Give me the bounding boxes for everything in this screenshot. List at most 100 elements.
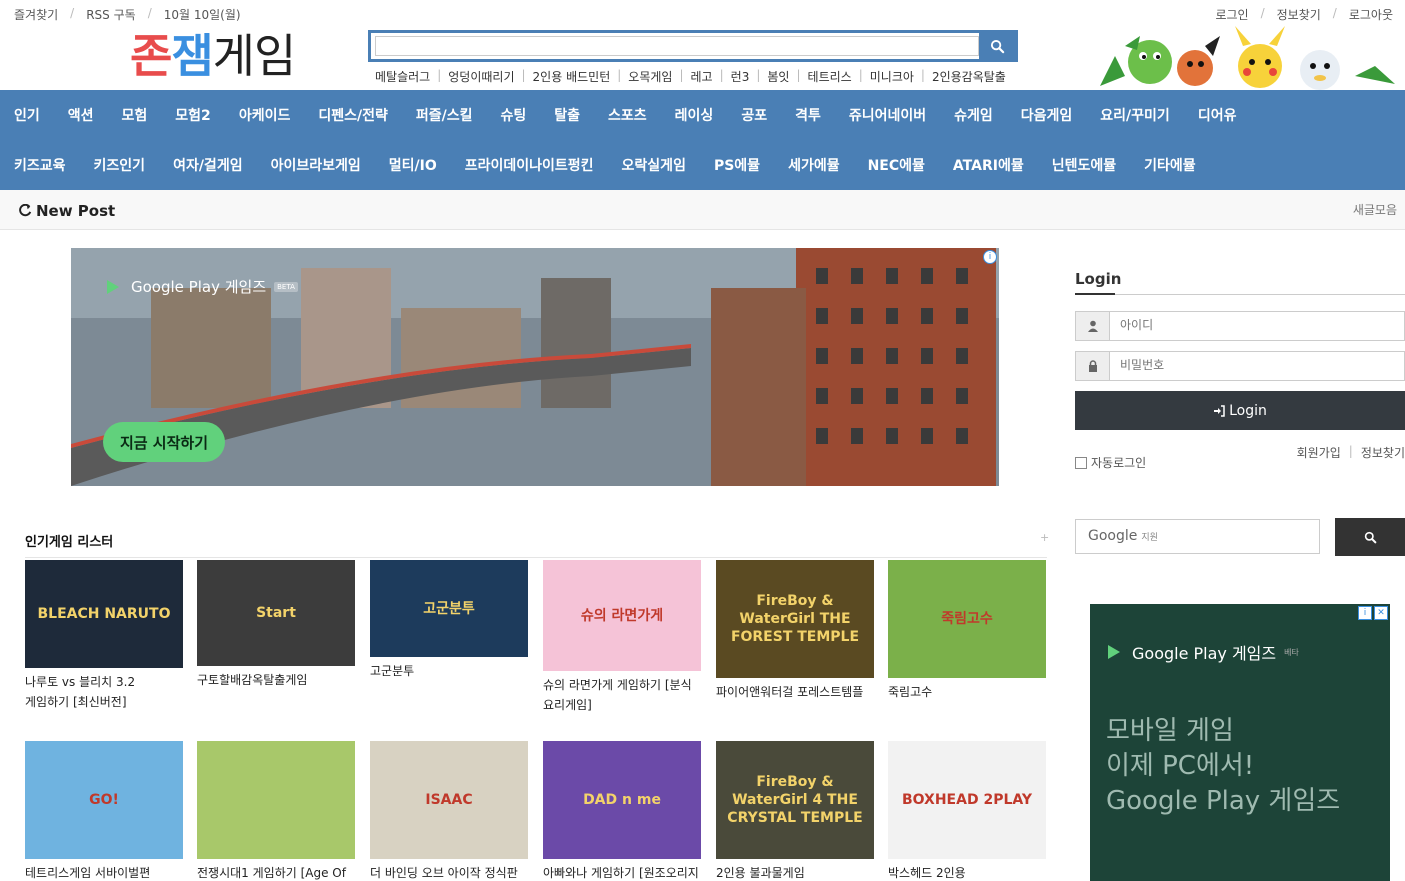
game-thumbnail[interactable]: 죽림고수 (888, 560, 1046, 678)
nav-item[interactable]: 키즈인기 (80, 155, 160, 175)
google-search-button[interactable] (1335, 518, 1405, 556)
find-info-link[interactable]: 정보찾기 (1277, 6, 1321, 23)
site-logo[interactable]: 존잼게임 (130, 26, 296, 86)
game-card[interactable]: 고군분투 고군분투 (370, 560, 528, 681)
nav-item[interactable]: 닌텐도에뮬 (1038, 155, 1130, 175)
game-thumbnail[interactable]: DAD n me (543, 741, 701, 859)
ad-info-icon[interactable]: i (983, 250, 997, 264)
popular-games-more[interactable]: + (1040, 531, 1049, 544)
nav-item[interactable]: 세가에뮬 (774, 155, 854, 175)
nav-item[interactable]: 격투 (781, 105, 835, 125)
game-thumbnail[interactable]: BLEACH NARUTO (25, 560, 183, 668)
game-thumbnail[interactable] (197, 741, 355, 859)
game-card[interactable]: FireBoy & WaterGirl 4 THE CRYSTAL TEMPLE… (716, 741, 874, 881)
game-title[interactable]: 테트리스게임 서바이벌편 (25, 863, 183, 881)
main-advertisement[interactable]: Google Play 게임즈 BETA 지금 시작하기 i (71, 248, 999, 486)
login-link[interactable]: 로그인 (1215, 6, 1248, 23)
game-title[interactable]: 전쟁시대1 게임하기 [Age Of (197, 863, 355, 881)
rss-link[interactable]: RSS 구독 (86, 6, 135, 23)
nav-item[interactable]: 슈팅 (487, 105, 541, 125)
game-title[interactable]: 죽림고수 (888, 682, 1046, 702)
game-card[interactable]: 슈의 라면가게 슈의 라면가게 게임하기 [분식 요리게임] (543, 560, 701, 715)
quick-link[interactable]: 오목게임 (621, 68, 679, 85)
game-title[interactable]: 고군분투 (370, 661, 528, 681)
nav-item[interactable]: 디펜스/전략 (304, 105, 402, 125)
new-post-more-link[interactable]: 새글모음 (1353, 201, 1397, 218)
game-title[interactable]: 박스헤드 2인용 (888, 863, 1046, 881)
nav-item[interactable]: 기타에뮬 (1130, 155, 1210, 175)
game-thumbnail[interactable]: GO! (25, 741, 183, 859)
nav-item[interactable]: 액션 (54, 105, 108, 125)
nav-item[interactable]: 레이싱 (661, 105, 728, 125)
game-card[interactable]: BOXHEAD 2PLAY 박스헤드 2인용 (888, 741, 1046, 881)
game-thumbnail[interactable]: FireBoy & WaterGirl 4 THE CRYSTAL TEMPLE (716, 741, 874, 859)
game-title[interactable]: 파이어앤워터걸 포레스트템플 (716, 682, 874, 702)
game-card[interactable]: BLEACH NARUTO 나루토 vs 블리치 3.2 게임하기 [최신버전] (25, 560, 183, 712)
nav-item[interactable]: NEC에뮬 (854, 155, 939, 175)
nav-item[interactable]: 모험 (108, 105, 162, 125)
game-title[interactable]: 구토할배감옥탈출게임 (197, 670, 355, 690)
nav-item[interactable]: 멀티/IO (375, 155, 451, 175)
nav-item[interactable]: 모험2 (161, 105, 225, 125)
ad-info-icon[interactable]: i (1358, 606, 1372, 620)
quick-link[interactable]: 레고 (684, 68, 720, 85)
quick-link[interactable]: 엉덩이때리기 (441, 68, 521, 85)
nav-item[interactable]: ATARI에뮬 (939, 155, 1038, 175)
google-search-box[interactable]: Google 지원 (1075, 519, 1320, 554)
password-input[interactable] (1120, 358, 1390, 372)
ad-cta-button[interactable]: 지금 시작하기 (103, 422, 225, 462)
nav-item[interactable]: 키즈교육 (0, 155, 80, 175)
quick-link[interactable]: 미니크아 (863, 68, 921, 85)
search-input[interactable] (375, 36, 979, 56)
nav-item[interactable]: 스포츠 (594, 105, 661, 125)
game-card[interactable]: 전쟁시대1 게임하기 [Age Of (197, 741, 355, 881)
nav-item[interactable]: 여자/걸게임 (159, 155, 257, 175)
id-input[interactable] (1120, 318, 1390, 332)
nav-item[interactable]: 퍼즐/스킬 (402, 105, 487, 125)
join-link[interactable]: 회원가입 (1297, 444, 1341, 461)
side-advertisement[interactable]: i ✕ Google Play 게임즈 베타 모바일 게임 이제 PC에서! G… (1090, 604, 1390, 881)
new-post-title[interactable]: New Post (18, 202, 115, 220)
quick-link[interactable]: 메탈슬러그 (368, 68, 437, 85)
game-thumbnail[interactable]: 고군분투 (370, 560, 528, 657)
find-info-link-2[interactable]: 정보찾기 (1361, 444, 1405, 461)
game-thumbnail[interactable]: 슈의 라면가게 (543, 560, 701, 671)
nav-item[interactable]: 슈게임 (940, 105, 1007, 125)
nav-item[interactable]: 오락실게임 (608, 155, 700, 175)
nav-item[interactable]: 아이브라보게임 (257, 155, 375, 175)
quick-link[interactable]: 2인용 배드민턴 (526, 68, 618, 85)
game-thumbnail[interactable]: ISAAC (370, 741, 528, 859)
nav-item[interactable]: 다음게임 (1007, 105, 1087, 125)
game-thumbnail[interactable]: BOXHEAD 2PLAY (888, 741, 1046, 859)
quick-link[interactable]: 2인용감옥탈출 (925, 68, 1013, 85)
game-card[interactable]: 죽림고수 죽림고수 (888, 560, 1046, 702)
auto-login-checkbox[interactable] (1075, 456, 1087, 469)
login-button[interactable]: Login (1075, 391, 1405, 430)
nav-item[interactable]: 쥬니어네이버 (835, 105, 940, 125)
nav-item[interactable]: 프라이데이나이트펑킨 (451, 155, 608, 175)
game-card[interactable]: ISAAC 더 바인딩 오브 아이작 정식판 (370, 741, 528, 881)
nav-item[interactable]: 디어유 (1184, 105, 1251, 125)
nav-item[interactable]: 요리/꾸미기 (1086, 105, 1184, 125)
nav-item[interactable]: 인기 (0, 105, 54, 125)
nav-item[interactable]: 탈출 (540, 105, 594, 125)
close-icon[interactable]: ✕ (1374, 606, 1388, 620)
nav-item[interactable]: 아케이드 (225, 105, 305, 125)
game-title[interactable]: 슈의 라면가게 게임하기 [분식 요리게임] (543, 675, 701, 715)
game-card[interactable]: GO! 테트리스게임 서바이벌편 (25, 741, 183, 881)
game-title[interactable]: 2인용 불과물게임 크리스탈템플 (716, 863, 874, 881)
search-button[interactable] (979, 33, 1015, 59)
quick-link[interactable]: 봄잇 (760, 68, 796, 85)
game-thumbnail[interactable]: Start (197, 560, 355, 666)
quick-link[interactable]: 테트리스 (801, 68, 859, 85)
logout-link[interactable]: 로그아웃 (1349, 6, 1393, 23)
game-thumbnail[interactable]: FireBoy & WaterGirl THE FOREST TEMPLE (716, 560, 874, 678)
game-card[interactable]: DAD n me 아빠와나 게임하기 [원조오리지 (543, 741, 701, 881)
bookmark-link[interactable]: 즐겨찾기 (14, 6, 58, 23)
game-card[interactable]: FireBoy & WaterGirl THE FOREST TEMPLE 파이어… (716, 560, 874, 702)
game-card[interactable]: Start 구토할배감옥탈출게임 (197, 560, 355, 690)
game-title[interactable]: 나루토 vs 블리치 3.2 게임하기 [최신버전] (25, 672, 183, 712)
game-title[interactable]: 아빠와나 게임하기 [원조오리지 (543, 863, 701, 881)
auto-login[interactable]: 자동로그인 (1075, 454, 1146, 471)
nav-item[interactable]: 공포 (727, 105, 781, 125)
